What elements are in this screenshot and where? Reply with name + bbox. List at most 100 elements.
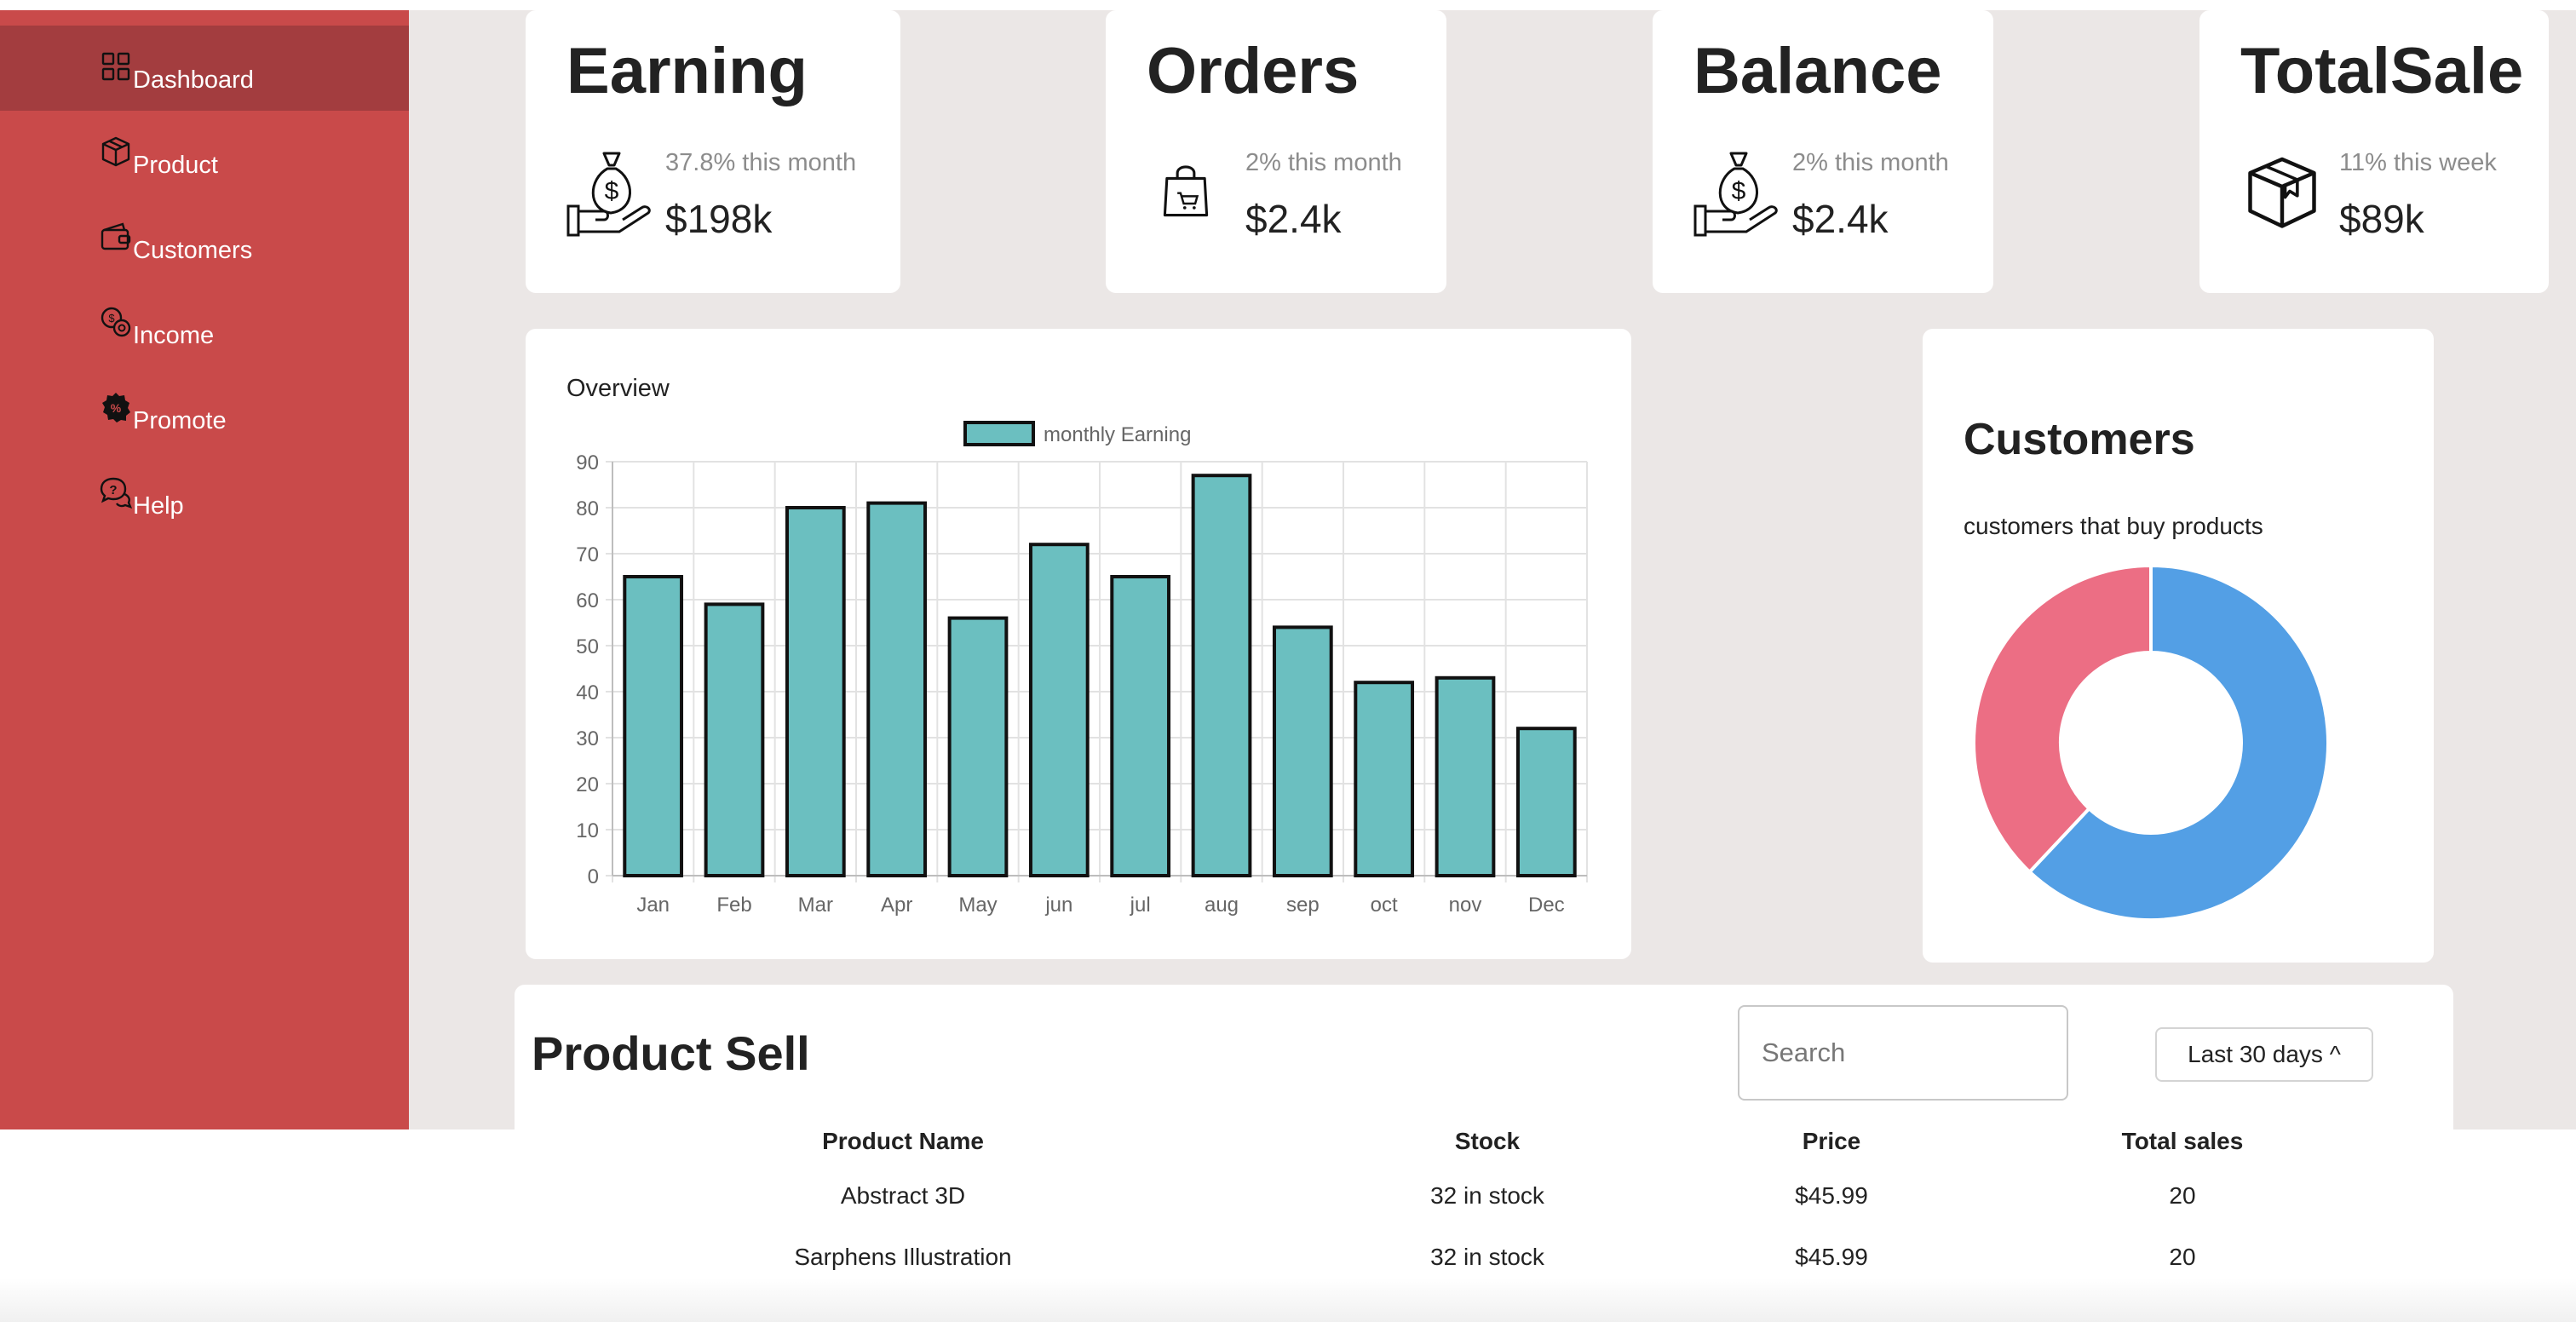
- y-tick-label: 80: [576, 497, 599, 520]
- svg-text:$: $: [1732, 177, 1746, 205]
- sidebar-item-label: Income: [133, 322, 215, 349]
- dashboard-grid-icon: [101, 52, 130, 81]
- y-tick-label: 20: [576, 773, 599, 796]
- x-tick-label: Mar: [798, 894, 833, 917]
- y-tick-label: 50: [576, 635, 599, 658]
- sidebar-item-label: Product: [133, 152, 218, 179]
- main-content: Earning $ 37.8% this month $198k Orders …: [409, 10, 2576, 1129]
- cell-stock: 32 in stock: [1430, 1182, 1544, 1209]
- legend-swatch: [963, 421, 1035, 446]
- stat-subtitle: 2% this month: [1792, 149, 1949, 176]
- date-range-dropdown[interactable]: Last 30 days ^: [2155, 1027, 2373, 1082]
- bar-may: [947, 616, 1009, 877]
- y-tick-label: 0: [588, 865, 599, 888]
- stat-value: $2.4k: [1245, 197, 1342, 241]
- svg-text:$: $: [605, 177, 619, 205]
- sidebar-item-dashboard[interactable]: Dashboard: [0, 26, 409, 111]
- cube-box-icon: [101, 136, 130, 167]
- bar-sep: [1272, 625, 1333, 877]
- stat-value: $89k: [2339, 197, 2424, 241]
- y-tick-label: 60: [576, 589, 599, 612]
- bar-jun: [1028, 543, 1090, 877]
- customers-donut-chart: [1972, 563, 2330, 922]
- stat-value: $198k: [665, 197, 773, 241]
- cell-price: $45.99: [1795, 1182, 1868, 1209]
- donut-slice-2: [1972, 563, 2153, 875]
- sidebar-item-label: Promote: [133, 407, 227, 434]
- stat-value: $2.4k: [1792, 197, 1889, 241]
- cell-price: $45.99: [1795, 1244, 1868, 1270]
- discount-badge-icon: %: [102, 393, 130, 422]
- sidebar-item-promote[interactable]: % Promote: [0, 366, 409, 451]
- cell-product-name: Sarphens Illustration: [794, 1244, 1012, 1270]
- cell-stock: 32 in stock: [1430, 1244, 1544, 1270]
- stat-card-balance: Balance $ 2% this month $2.4k: [1653, 10, 1993, 293]
- bar-feb: [704, 602, 765, 877]
- cell-total-sales: 20: [2169, 1244, 2196, 1270]
- top-edge: [0, 0, 2576, 10]
- x-tick-label: Apr: [881, 894, 912, 917]
- cell-product-name: Abstract 3D: [840, 1182, 966, 1209]
- cell-total-sales: 20: [2169, 1182, 2196, 1209]
- stat-title: TotalSale: [2240, 35, 2524, 107]
- overview-bar-chart: 0 10 20 30 40 50 60 70 80 90 Jan Feb Mar Apr May jun jul…: [576, 421, 1588, 917]
- sidebar-item-label: Dashboard: [133, 66, 254, 94]
- stat-title: Balance: [1693, 35, 1942, 107]
- stat-card-orders: Orders 2% this month $2.4k: [1106, 10, 1446, 293]
- x-tick-label: oct: [1371, 894, 1398, 917]
- dollar-coins-icon: $: [101, 307, 131, 337]
- bar-jul: [1110, 575, 1171, 877]
- y-tick-label: 10: [576, 819, 599, 842]
- y-tick-label: 70: [576, 543, 599, 566]
- bar-nov: [1435, 675, 1496, 877]
- legend-label: monthly Earning: [1044, 423, 1191, 446]
- bar-aug: [1191, 474, 1252, 877]
- x-tick-label: jun: [1044, 894, 1072, 917]
- column-header-price[interactable]: Price: [1803, 1128, 1861, 1155]
- x-tick-label: sep: [1286, 894, 1320, 917]
- y-tick-label: 90: [576, 451, 599, 474]
- customers-card: Customers customers that buy products: [1923, 329, 2434, 963]
- stat-title: Earning: [566, 35, 808, 107]
- bar-jan: [623, 575, 684, 877]
- bar-apr: [866, 501, 928, 877]
- stat-card-totalsale: TotalSale 11% this week $89k: [2199, 10, 2549, 293]
- money-bag-hand-icon: $: [1693, 152, 1778, 237]
- stat-subtitle: 2% this month: [1245, 149, 1402, 176]
- sidebar-item-customers[interactable]: Customers: [0, 196, 409, 281]
- stat-subtitle: 37.8% this month: [665, 149, 857, 176]
- x-tick-label: aug: [1205, 894, 1239, 917]
- stat-card-earning: Earning $ 37.8% this month $198k: [526, 10, 900, 293]
- search-input[interactable]: [1738, 1005, 2068, 1101]
- column-header-stock[interactable]: Stock: [1455, 1128, 1520, 1155]
- x-tick-label: May: [958, 894, 997, 917]
- bar-dec: [1515, 727, 1577, 878]
- sidebar-item-help[interactable]: ? Help: [0, 451, 409, 537]
- stat-subtitle: 11% this week: [2339, 149, 2497, 176]
- column-header-product-name[interactable]: Product Name: [822, 1128, 984, 1155]
- x-tick-label: jul: [1130, 894, 1151, 917]
- svg-text:$: $: [108, 312, 115, 325]
- sidebar-item-income[interactable]: $ Income: [0, 281, 409, 366]
- money-bag-hand-icon: $: [566, 152, 651, 237]
- overview-card: Overview 0 10 20 30 40 50 60 70 80 90 Jan Feb Mar Apr…: [526, 329, 1631, 959]
- bar-mar: [785, 506, 846, 877]
- product-sell-title: Product Sell: [532, 1026, 810, 1080]
- column-header-total-sales[interactable]: Total sales: [2122, 1128, 2244, 1155]
- package-box-icon: [2248, 157, 2316, 228]
- sidebar-item-product[interactable]: Product: [0, 111, 409, 196]
- product-sell-card: Product Sell Last 30 days ^ Product Name…: [515, 985, 2453, 1322]
- stat-title: Orders: [1147, 35, 1360, 107]
- sidebar-item-label: Help: [133, 492, 184, 520]
- x-tick-label: nov: [1449, 894, 1482, 917]
- shopping-bag-icon: [1163, 165, 1209, 217]
- bar-oct: [1354, 681, 1415, 878]
- y-tick-label: 30: [576, 727, 599, 750]
- svg-text:%: %: [111, 401, 122, 415]
- sidebar: Dashboard Product Customers $ Income % P…: [0, 10, 409, 1129]
- x-tick-label: Jan: [636, 894, 670, 917]
- y-tick-label: 40: [576, 681, 599, 704]
- help-chat-icon: ?: [100, 477, 133, 509]
- svg-text:?: ?: [109, 483, 117, 497]
- wallet-icon: [101, 222, 131, 250]
